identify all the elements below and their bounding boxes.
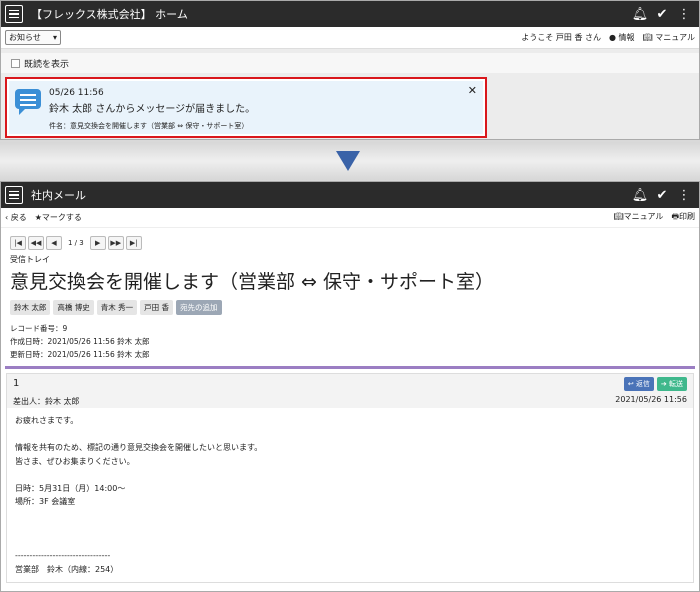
more-vertical-icon[interactable]: ⋮ — [673, 7, 695, 22]
message-bubble-icon — [15, 89, 41, 115]
mail-page-title: 社内メール — [31, 189, 86, 202]
home-app-bar: 【フレックス株式会社】 ホーム 🔔︎ ✔ ⋮ — [1, 1, 699, 27]
star-icon: ★ — [34, 213, 42, 222]
info-link[interactable]: ● 情報 — [609, 32, 635, 43]
forward-button[interactable]: ➔ 転送 — [656, 377, 687, 391]
mail-app-bar: 社内メール 🔔︎ ✔ ⋮ — [1, 182, 699, 208]
pager-count: 1 / 3 — [68, 239, 84, 247]
show-read-row[interactable]: 既読を表示 — [1, 53, 699, 73]
notification-message: 鈴木 太郎 さんからメッセージが届きました。 — [49, 104, 256, 115]
print-button[interactable]: 🖶︎印刷 — [671, 211, 695, 225]
page-title: 【フレックス株式会社】 ホーム — [31, 8, 188, 21]
message-sender: 差出人：鈴木 太郎 — [13, 397, 80, 406]
recipient-list: 鈴木 太郎 高橋 博史 青木 秀一 戸田 香 宛先の追加 — [10, 300, 699, 315]
record-number: レコード番号：9 — [10, 324, 68, 333]
message-thread-item: 1 差出人：鈴木 太郎 2021/05/26 11:56 ↩ 返信 ➔ 転送 お… — [6, 373, 694, 583]
mail-screen: 社内メール 🔔︎ ✔ ⋮ ‹ 戻る ★マークする 📖︎マニュアル 🖶︎印刷 |◀… — [0, 181, 700, 592]
check-icon[interactable]: ✔ — [651, 7, 673, 22]
notification-card[interactable]: 05/26 11:56 鈴木 太郎 さんからメッセージが届きました。 件名：意見… — [9, 81, 483, 134]
first-page-icon[interactable]: |◀ — [10, 236, 26, 250]
created-datetime: 作成日時：2021/05/26 11:56 鈴木 太郎 — [10, 337, 150, 346]
recipient-chip[interactable]: 青木 秀一 — [96, 300, 138, 315]
recipient-chip[interactable]: 戸田 香 — [140, 300, 174, 315]
notification-highlight: 05/26 11:56 鈴木 太郎 さんからメッセージが届きました。 件名：意見… — [5, 77, 487, 138]
info-link-label: 情報 — [618, 33, 635, 42]
message-header: 1 差出人：鈴木 太郎 2021/05/26 11:56 ↩ 返信 ➔ 転送 — [7, 374, 693, 408]
record-pager: |◀ ◀◀ ◀ 1 / 3 ▶ ▶▶ ▶| — [10, 236, 699, 250]
back-button[interactable]: ‹ 戻る — [5, 212, 27, 223]
mail-subject: 意見交換会を開催します（営業部 ⇔ 保守・サポート室） — [10, 271, 495, 293]
reply-button[interactable]: ↩ 返信 — [623, 377, 654, 391]
hamburger-menu-icon[interactable] — [5, 5, 23, 23]
message-date: 2021/05/26 11:56 — [615, 395, 687, 404]
info-pin-icon: ● — [609, 33, 616, 42]
show-read-label: 既読を表示 — [24, 59, 70, 70]
bell-icon[interactable]: 🔔︎ — [629, 7, 651, 22]
folder-label: 受信トレイ — [10, 255, 50, 264]
chevron-left-icon: ‹ — [5, 213, 9, 222]
book-icon: 📖︎ — [642, 33, 653, 42]
fast-forward-icon[interactable]: ▶▶ — [107, 236, 124, 250]
add-recipient-button[interactable]: 宛先の追加 — [176, 300, 222, 315]
manual-button[interactable]: 📖︎マニュアル — [614, 211, 664, 225]
hamburger-menu-icon[interactable] — [5, 186, 23, 204]
notice-filter-select[interactable]: お知らせ ▾ — [5, 30, 61, 45]
chevron-down-icon: ▾ — [52, 33, 57, 42]
mark-button[interactable]: ★マークする — [35, 212, 82, 223]
bell-icon[interactable]: 🔔︎ — [629, 188, 651, 203]
recipient-chip[interactable]: 高橋 博史 — [53, 300, 94, 315]
section-separator — [5, 366, 695, 369]
reply-label: 返信 — [635, 380, 650, 388]
notification-subject: 件名：意見交換会を開催します（営業部 ⇔ 保守・サポート室） — [49, 122, 249, 130]
message-body: お疲れさまです。 情報を共有のため、標記の通り意見交換会を開催したいと思います。… — [15, 416, 263, 574]
home-screen: 【フレックス株式会社】 ホーム 🔔︎ ✔ ⋮ お知らせ ▾ ようこそ 戸田 香 … — [0, 0, 700, 140]
home-subbar: お知らせ ▾ ようこそ 戸田 香 さん ● 情報 📖︎ マニュアル — [1, 27, 699, 49]
forward-label: 転送 — [669, 380, 683, 388]
manual-link-label: マニュアル — [655, 33, 695, 42]
notification-time: 05/26 11:56 — [49, 88, 104, 98]
rewind-icon[interactable]: ◀◀ — [28, 236, 44, 250]
manual-label: マニュアル — [623, 211, 664, 221]
next-icon[interactable]: ▶ — [89, 236, 106, 250]
close-icon[interactable]: ✕ — [468, 84, 477, 97]
back-label: 戻る — [10, 213, 27, 222]
notice-filter-value: お知らせ — [9, 33, 41, 42]
show-read-checkbox[interactable] — [11, 58, 20, 68]
book-icon: 📖︎ — [613, 211, 624, 221]
mail-toolbar: ‹ 戻る ★マークする 📖︎マニュアル 🖶︎印刷 — [1, 208, 699, 228]
updated-datetime: 更新日時：2021/05/26 11:56 鈴木 太郎 — [10, 350, 150, 359]
message-number: 1 — [13, 378, 20, 389]
printer-icon: 🖶︎ — [671, 211, 679, 221]
last-page-icon[interactable]: ▶| — [125, 236, 142, 250]
prev-icon[interactable]: ◀ — [46, 236, 62, 250]
recipient-chip[interactable]: 鈴木 太郎 — [10, 300, 51, 315]
mark-label: マークする — [41, 213, 82, 222]
manual-link[interactable]: 📖︎ マニュアル — [643, 32, 695, 43]
arrow-down-icon — [336, 151, 360, 171]
user-greeting: ようこそ 戸田 香 さん — [521, 33, 601, 42]
check-icon[interactable]: ✔ — [651, 188, 673, 203]
print-label: 印刷 — [679, 211, 695, 221]
message-actions: ↩ 返信 ➔ 転送 — [623, 377, 687, 391]
more-vertical-icon[interactable]: ⋮ — [673, 188, 695, 203]
